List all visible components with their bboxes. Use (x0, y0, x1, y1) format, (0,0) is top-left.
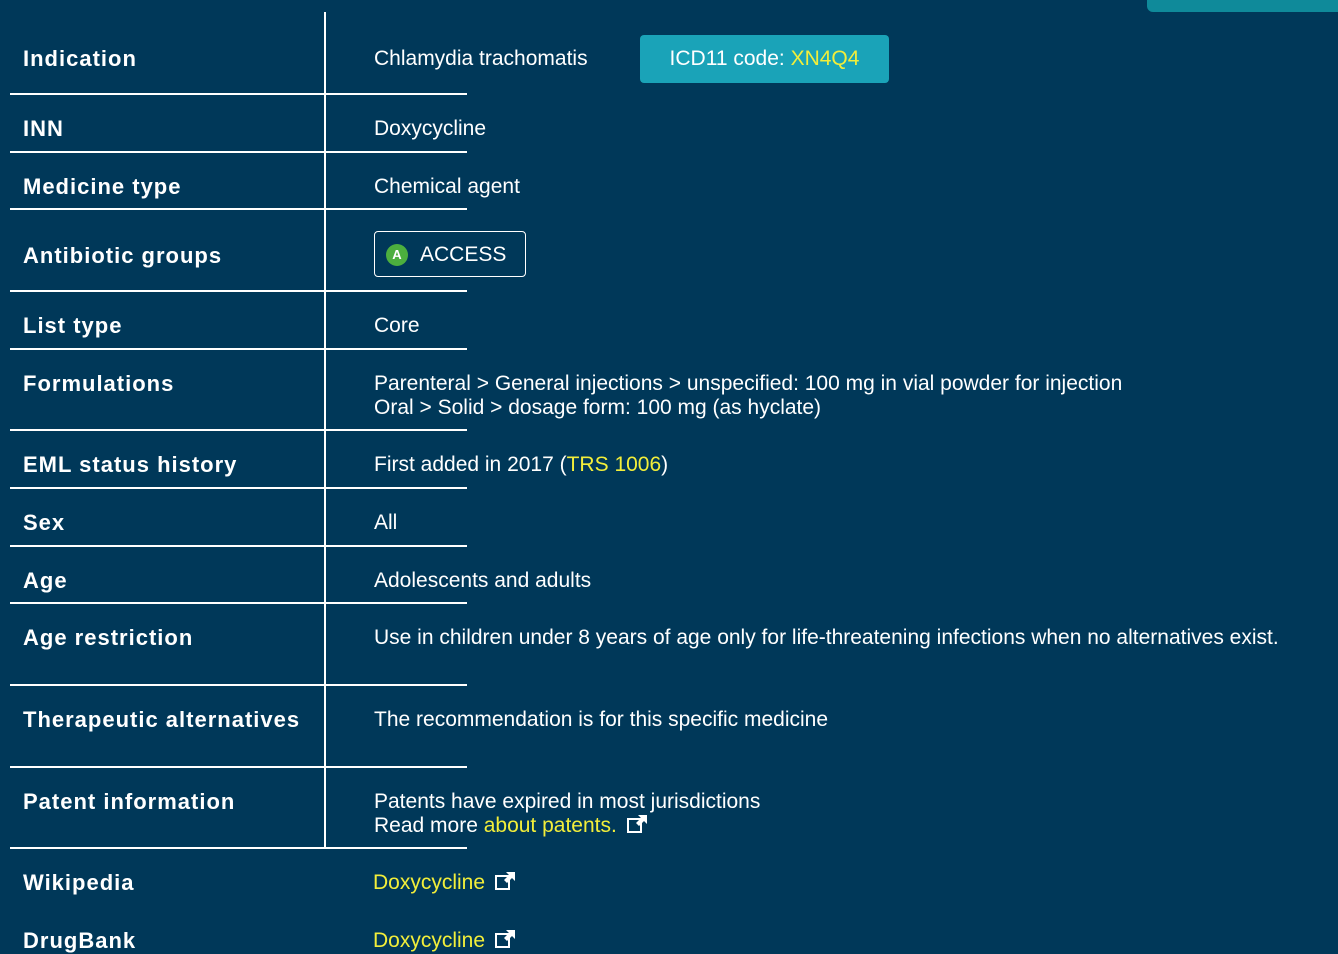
label-formulations: Formulations (23, 371, 175, 396)
row-divider (10, 545, 467, 547)
drugbank-link[interactable]: Doxycycline (373, 929, 485, 952)
medicine-details-page: Indication Chlamydia trachomatis ICD11 c… (0, 0, 1338, 954)
label-inn: INN (23, 116, 64, 141)
patent-read-more: Read more (374, 814, 484, 837)
eml-status-prefix: First added in 2017 ( (374, 453, 567, 476)
label-indication: Indication (23, 46, 137, 71)
row-divider (10, 766, 467, 768)
drugbank-value: Doxycycline (373, 929, 517, 953)
formulation-line: Parenteral > General injections > unspec… (374, 372, 1123, 395)
eml-status-suffix: ) (661, 453, 669, 476)
row-divider (10, 602, 467, 604)
inn-value: Doxycycline (374, 117, 487, 140)
label-age-restriction: Age restriction (23, 625, 194, 650)
row-divider (10, 348, 467, 350)
label-patent-information: Patent information (23, 789, 236, 814)
formulation-line: Oral > Solid > dosage form: 100 mg (as h… (374, 396, 822, 419)
row-divider (10, 487, 467, 489)
patent-line-1: Patents have expired in most jurisdictio… (374, 790, 761, 813)
therapeutic-alternatives-value: The recommendation is for this specific … (374, 708, 829, 731)
icd-prefix: ICD11 code: (669, 47, 791, 70)
age-restriction-value: Use in children under 8 years of age onl… (374, 626, 1279, 649)
row-divider (10, 208, 467, 210)
label-eml-status-history: EML status history (23, 452, 238, 477)
about-patents-link[interactable]: about patents. (484, 814, 617, 837)
row-divider (10, 684, 467, 686)
sex-value: All (374, 511, 398, 534)
row-divider (10, 429, 467, 431)
eml-status-value: First added in 2017 (TRS 1006) (374, 453, 668, 477)
wikipedia-link[interactable]: Doxycycline (373, 871, 485, 894)
external-link-icon[interactable] (495, 871, 517, 891)
trs-link[interactable]: TRS 1006 (567, 453, 662, 476)
row-divider (10, 847, 467, 849)
access-group-badge[interactable]: A ACCESS (374, 231, 526, 277)
medicine-type-value: Chemical agent (374, 175, 520, 198)
label-drugbank: DrugBank (23, 928, 137, 953)
access-badge-text: ACCESS (420, 243, 507, 266)
label-wikipedia: Wikipedia (23, 870, 135, 895)
external-link-icon[interactable] (626, 814, 649, 834)
row-divider (10, 290, 467, 292)
age-value: Adolescents and adults (374, 569, 592, 592)
label-list-type: List type (23, 313, 123, 338)
label-sex: Sex (23, 510, 66, 535)
label-antibiotic-groups: Antibiotic groups (23, 243, 223, 268)
list-type-value: Core (374, 314, 420, 337)
label-medicine-type: Medicine type (23, 174, 182, 199)
wikipedia-value: Doxycycline (373, 871, 517, 895)
row-divider (10, 93, 467, 95)
access-letter-icon: A (386, 244, 408, 266)
external-link-icon[interactable] (495, 929, 517, 949)
top-tab-button[interactable] (1147, 0, 1338, 12)
patent-line-2: Read more about patents. (374, 814, 649, 838)
label-age: Age (23, 568, 68, 593)
icd-code-link[interactable]: XN4Q4 (791, 47, 860, 70)
indication-value: Chlamydia trachomatis (374, 47, 588, 70)
label-therapeutic-alternatives: Therapeutic alternatives (23, 707, 301, 732)
icd-code-badge[interactable]: ICD11 code: XN4Q4 (640, 35, 889, 83)
row-divider (10, 151, 467, 153)
